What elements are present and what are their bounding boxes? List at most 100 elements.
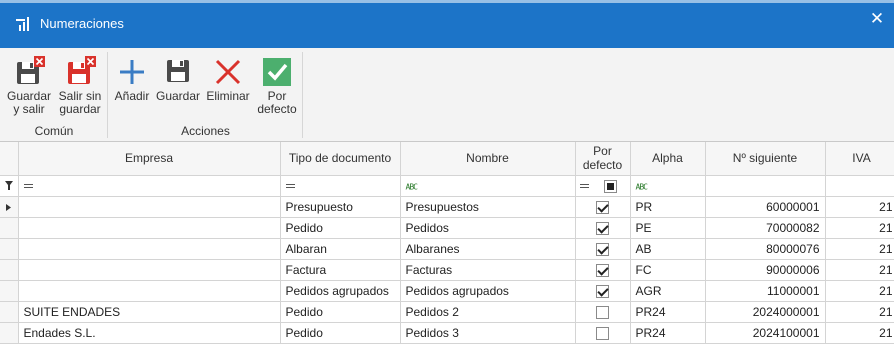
- cell-tipo-documento[interactable]: Pedido: [280, 217, 401, 239]
- cell-siguiente[interactable]: 2024100001: [705, 322, 826, 344]
- cell-iva[interactable]: 21: [825, 301, 894, 323]
- cell-nombre[interactable]: Albaranes: [400, 238, 576, 260]
- cell-alpha[interactable]: PE: [630, 217, 706, 239]
- add-button[interactable]: Añadir: [112, 54, 152, 103]
- cell-alpha[interactable]: PR: [630, 196, 706, 218]
- cell-por-defecto[interactable]: [575, 259, 631, 281]
- cell-iva[interactable]: 21: [825, 196, 894, 218]
- cell-nombre[interactable]: Pedidos 3: [400, 322, 576, 344]
- filter-cell-empresa[interactable]: [18, 175, 281, 197]
- table-row[interactable]: Factura Facturas FC 90000006 21: [0, 259, 894, 281]
- row-indicator[interactable]: [0, 322, 19, 344]
- delete-button[interactable]: Eliminar: [204, 54, 252, 103]
- cell-tipo-documento[interactable]: Factura: [280, 259, 401, 281]
- default-checkbox[interactable]: [596, 221, 609, 235]
- filter-checkbox[interactable]: [603, 179, 617, 193]
- column-header-tipo-documento[interactable]: Tipo de documento: [280, 142, 401, 176]
- column-header-nombre[interactable]: Nombre: [400, 142, 576, 176]
- equals-operator-icon[interactable]: [23, 184, 33, 189]
- cell-empresa[interactable]: [18, 238, 281, 260]
- set-default-button[interactable]: Por defecto: [254, 54, 300, 116]
- cell-siguiente[interactable]: 90000006: [705, 259, 826, 281]
- cell-nombre[interactable]: Pedidos: [400, 217, 576, 239]
- cell-tipo-documento[interactable]: Pedidos agrupados: [280, 280, 401, 302]
- cell-iva[interactable]: 21: [825, 259, 894, 281]
- cell-tipo-documento[interactable]: Pedido: [280, 322, 401, 344]
- column-header-alpha[interactable]: Alpha: [630, 142, 706, 176]
- table-row[interactable]: SUITE ENDADES Pedido Pedidos 2 PR24 20240000…: [0, 301, 894, 323]
- ribbon-group-label-comun: Común: [34, 124, 74, 138]
- save-and-close-button[interactable]: Guardar y salir: [4, 54, 54, 116]
- cell-empresa[interactable]: SUITE ENDADES: [18, 301, 281, 323]
- cell-alpha[interactable]: AGR: [630, 280, 706, 302]
- column-header-por-defecto[interactable]: Por defecto: [575, 142, 631, 176]
- filter-cell-iva[interactable]: [825, 175, 894, 197]
- default-checkbox[interactable]: [596, 326, 609, 340]
- filter-cell-alpha[interactable]: ABC: [630, 175, 706, 197]
- row-indicator[interactable]: [0, 196, 19, 218]
- cell-por-defecto[interactable]: [575, 196, 631, 218]
- cell-nombre[interactable]: Pedidos 2: [400, 301, 576, 323]
- cell-empresa[interactable]: [18, 217, 281, 239]
- cell-empresa[interactable]: [18, 259, 281, 281]
- cell-siguiente[interactable]: 2024000001: [705, 301, 826, 323]
- cell-siguiente[interactable]: 70000082: [705, 217, 826, 239]
- row-indicator[interactable]: [0, 301, 19, 323]
- equals-operator-icon[interactable]: [579, 184, 589, 189]
- cell-alpha[interactable]: PR24: [630, 322, 706, 344]
- filter-cell-por-defecto[interactable]: [575, 175, 631, 197]
- cell-por-defecto[interactable]: [575, 280, 631, 302]
- table-row[interactable]: Albaran Albaranes AB 80000076 21: [0, 238, 894, 260]
- table-row[interactable]: Pedidos agrupados Pedidos agrupados AGR 110…: [0, 280, 894, 302]
- cell-siguiente[interactable]: 80000076: [705, 238, 826, 260]
- column-header-siguiente[interactable]: Nº siguiente: [705, 142, 826, 176]
- cell-iva[interactable]: 21: [825, 238, 894, 260]
- cell-nombre[interactable]: Pedidos agrupados: [400, 280, 576, 302]
- cell-por-defecto[interactable]: [575, 238, 631, 260]
- cell-iva[interactable]: 21: [825, 217, 894, 239]
- cell-nombre[interactable]: Facturas: [400, 259, 576, 281]
- equals-operator-icon[interactable]: [285, 184, 295, 189]
- column-header-iva[interactable]: IVA: [825, 142, 894, 176]
- filter-cell-siguiente[interactable]: [705, 175, 826, 197]
- cell-alpha[interactable]: AB: [630, 238, 706, 260]
- cell-tipo-documento[interactable]: Pedido: [280, 301, 401, 323]
- row-indicator[interactable]: [0, 280, 19, 302]
- filter-cell-tipo-documento[interactable]: [280, 175, 401, 197]
- default-checkbox[interactable]: [596, 284, 609, 298]
- cell-iva[interactable]: 21: [825, 280, 894, 302]
- save-button[interactable]: Guardar: [154, 54, 202, 103]
- column-header-label: IVA: [852, 151, 871, 166]
- cell-siguiente[interactable]: 60000001: [705, 196, 826, 218]
- row-indicator[interactable]: [0, 217, 19, 239]
- filter-cell-nombre[interactable]: ABC: [400, 175, 576, 197]
- row-indicator[interactable]: [0, 259, 19, 281]
- cell-tipo-documento[interactable]: Albaran: [280, 238, 401, 260]
- close-icon[interactable]: ✕: [860, 8, 894, 30]
- cell-empresa[interactable]: Endades S.L.: [18, 322, 281, 344]
- exit-without-saving-button[interactable]: Salir sin guardar: [55, 54, 105, 116]
- add-label: Añadir: [114, 89, 150, 103]
- cell-nombre[interactable]: Presupuestos: [400, 196, 576, 218]
- default-checkbox[interactable]: [596, 263, 609, 277]
- cell-por-defecto[interactable]: [575, 217, 631, 239]
- column-header-empresa[interactable]: Empresa: [18, 142, 281, 176]
- contains-operator-icon[interactable]: ABC: [636, 182, 648, 191]
- cell-alpha[interactable]: PR24: [630, 301, 706, 323]
- table-row[interactable]: Presupuesto Presupuestos PR 60000001 21: [0, 196, 894, 218]
- cell-empresa[interactable]: [18, 196, 281, 218]
- cell-por-defecto[interactable]: [575, 322, 631, 344]
- cell-alpha[interactable]: FC: [630, 259, 706, 281]
- default-checkbox[interactable]: [596, 242, 609, 256]
- row-indicator[interactable]: [0, 238, 19, 260]
- cell-por-defecto[interactable]: [575, 301, 631, 323]
- table-row[interactable]: Endades S.L. Pedido Pedidos 3 PR24 202410000…: [0, 322, 894, 344]
- cell-empresa[interactable]: [18, 280, 281, 302]
- default-checkbox[interactable]: [596, 200, 609, 214]
- cell-tipo-documento[interactable]: Presupuesto: [280, 196, 401, 218]
- cell-iva[interactable]: 21: [825, 322, 894, 344]
- table-row[interactable]: Pedido Pedidos PE 70000082 21: [0, 217, 894, 239]
- cell-siguiente[interactable]: 11000001: [705, 280, 826, 302]
- default-checkbox[interactable]: [596, 305, 609, 319]
- contains-operator-icon[interactable]: ABC: [406, 182, 418, 191]
